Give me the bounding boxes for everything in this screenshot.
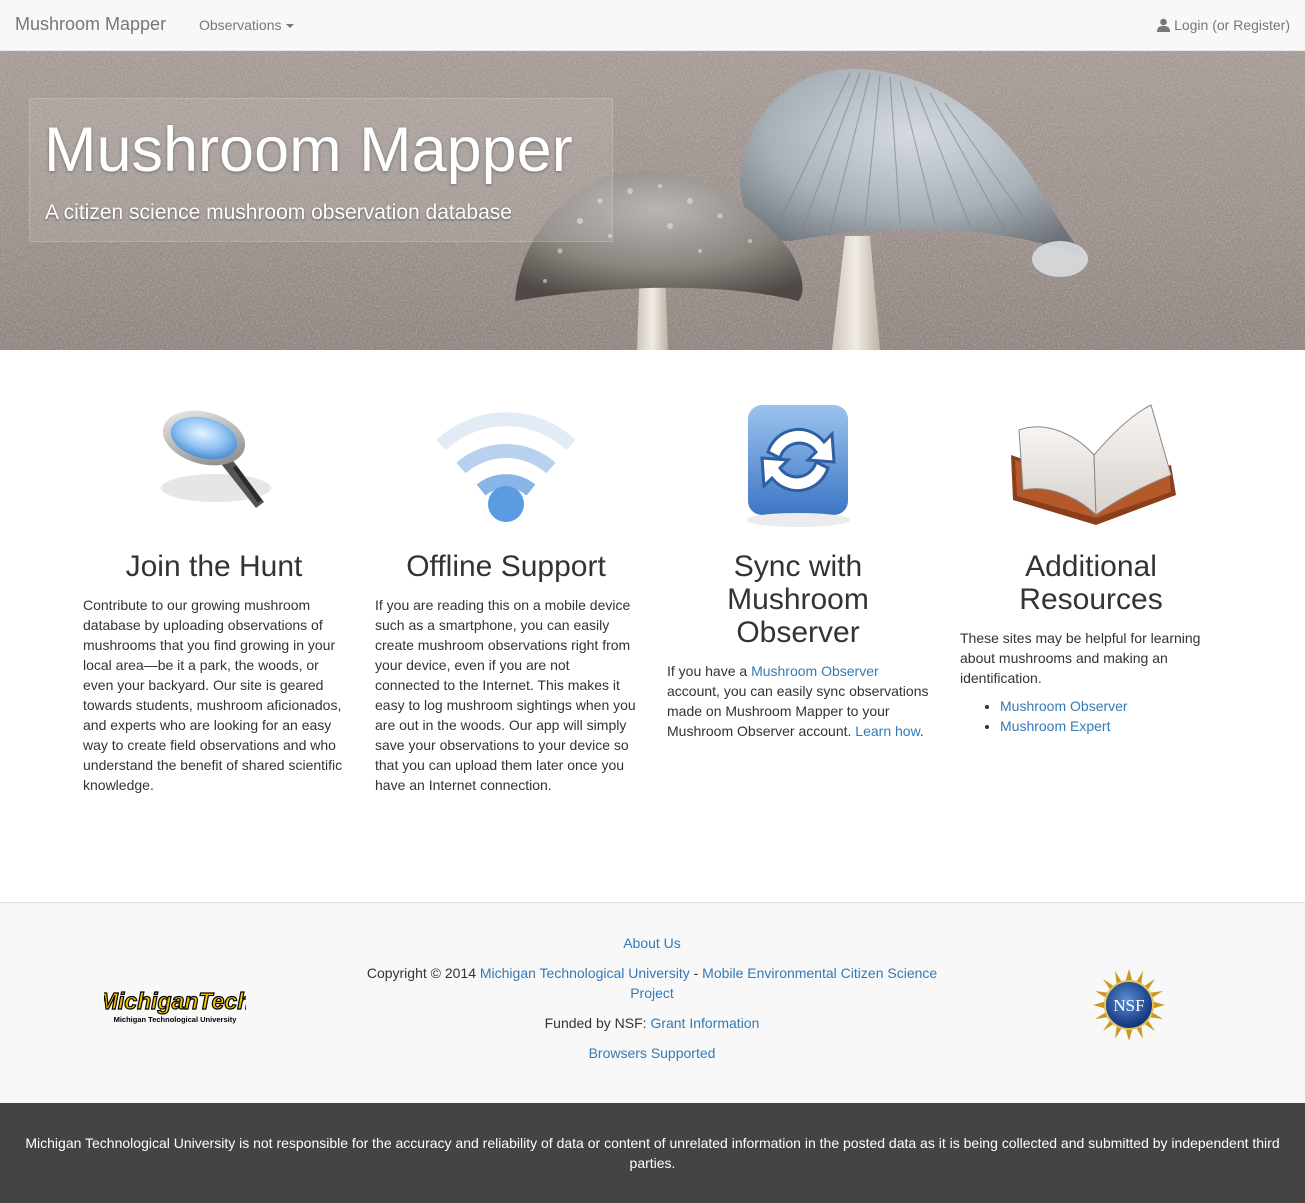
hero-banner: Mushroom Mapper A citizen science mushro… xyxy=(0,51,1305,350)
hunt-body: Contribute to our growing mushroom datab… xyxy=(83,597,343,793)
footer: MichiganTech Michigan Technological Univ… xyxy=(0,902,1305,1103)
resources-title-line1: Additional xyxy=(1025,550,1157,583)
navbar: Mushroom Mapper Observations Login (or R… xyxy=(0,0,1305,51)
resources-title: Additional Resources xyxy=(960,550,1222,616)
disclaimer-bar: Michigan Technological University is not… xyxy=(0,1103,1305,1203)
resources-title-line2: Resources xyxy=(1019,583,1163,616)
hero-subtitle: A citizen science mushroom observation d… xyxy=(45,201,512,224)
hero-title: Mushroom Mapper xyxy=(44,115,573,185)
sync-title-line1: Sync with xyxy=(733,550,863,583)
feature-offline-support: Offline Support If you are reading this … xyxy=(375,400,637,795)
list-item: Mushroom Expert xyxy=(1000,716,1222,736)
hunt-title: Join the Hunt xyxy=(125,550,303,583)
feature-join-the-hunt: Join the Hunt Contribute to our growing … xyxy=(83,400,345,795)
resource-link-mushroom-expert[interactable]: Mushroom Expert xyxy=(1000,718,1110,734)
caret-down-icon xyxy=(286,24,295,29)
sync-body: If you have a Mushroom Observer account,… xyxy=(667,661,929,741)
sync-body-pre: If you have a xyxy=(667,663,752,679)
disclaimer-text: Michigan Technological University is not… xyxy=(25,1135,1280,1171)
resources-body: These sites may be helpful for learning … xyxy=(960,630,1201,686)
feature-additional-resources: Additional Resources These sites may be … xyxy=(960,400,1222,736)
observations-dropdown[interactable]: Observations xyxy=(199,17,295,33)
michigan-tech-logo: MichiganTech Michigan Technological Univ… xyxy=(104,987,246,1024)
login-link[interactable]: Login (or Register) xyxy=(1157,17,1290,33)
copyright: Copyright © 2014 Michigan Technological … xyxy=(352,963,952,1003)
book-icon xyxy=(1011,404,1176,525)
footer-links: About Us Copyright © 2014 Michigan Techn… xyxy=(352,933,952,1073)
grant-information-link[interactable]: Grant Information xyxy=(650,1015,759,1031)
copyright-separator: - xyxy=(689,965,703,981)
observations-label: Observations xyxy=(199,17,282,33)
offline-title: Offline Support xyxy=(406,550,606,583)
resources-link-list: Mushroom Observer Mushroom Expert xyxy=(960,696,1222,736)
login-label: Login (or Register) xyxy=(1174,17,1290,33)
list-item: Mushroom Observer xyxy=(1000,696,1222,716)
wifi-icon xyxy=(436,412,576,522)
nsf-logo: NSF xyxy=(1093,969,1165,1041)
funded-by-label: Funded by NSF: xyxy=(544,1015,651,1031)
copyright-pre: Copyright © 2014 xyxy=(366,965,480,981)
learn-how-link[interactable]: Learn how xyxy=(855,723,920,739)
offline-body: If you are reading this on a mobile devi… xyxy=(375,597,636,793)
funding: Funded by NSF: Grant Information xyxy=(352,1013,952,1033)
sync-body-end: . xyxy=(919,723,924,739)
magnifying-glass-icon xyxy=(161,410,271,508)
mtu-link[interactable]: Michigan Technological University xyxy=(480,965,690,981)
mtu-logo-subtext: Michigan Technological University xyxy=(114,1015,238,1024)
resource-link-mushroom-observer[interactable]: Mushroom Observer xyxy=(1000,698,1128,714)
mtu-logo-text: MichiganTech xyxy=(104,988,246,1014)
sync-icon xyxy=(746,405,850,527)
feature-sync: Sync with Mushroom Observer If you have … xyxy=(667,400,929,741)
sync-title-line2: Mushroom xyxy=(727,583,869,616)
user-icon xyxy=(1157,18,1171,32)
sync-title: Sync with Mushroom Observer xyxy=(667,550,929,649)
nsf-logo-text: NSF xyxy=(1113,996,1144,1015)
brand-link[interactable]: Mushroom Mapper xyxy=(15,14,166,35)
browsers-supported-link[interactable]: Browsers Supported xyxy=(589,1045,716,1061)
sync-title-line3: Observer xyxy=(736,616,860,649)
mushroom-observer-link[interactable]: Mushroom Observer xyxy=(751,663,879,679)
about-us-link[interactable]: About Us xyxy=(623,935,681,951)
